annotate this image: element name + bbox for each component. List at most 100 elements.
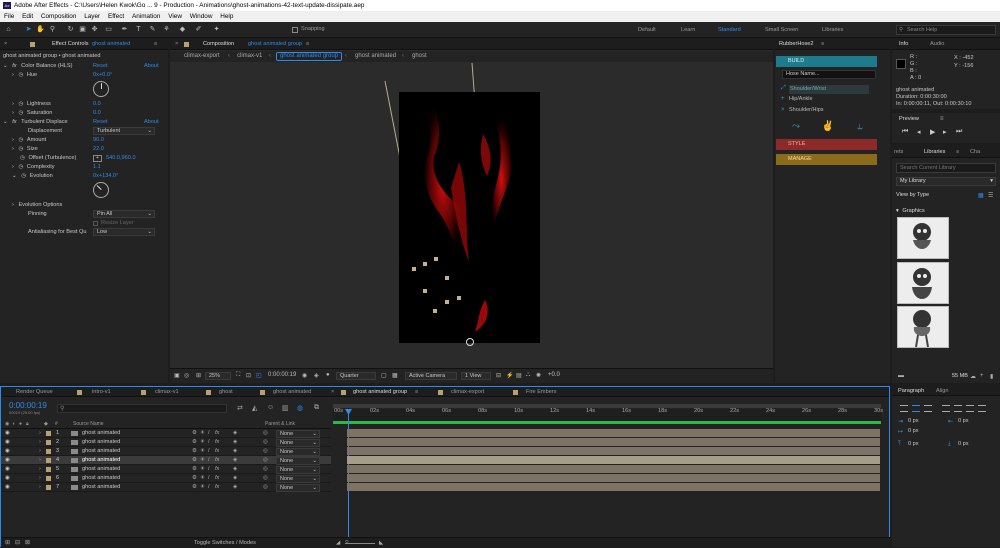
menu-help[interactable]: Help <box>220 13 233 20</box>
eye-icon[interactable]: ◉ <box>5 474 10 483</box>
eye-icon[interactable]: ◉ <box>5 465 10 474</box>
snapping-checkbox[interactable] <box>292 27 298 33</box>
time-ruler[interactable] <box>333 409 881 421</box>
tab-ghost-animated-group[interactable]: ghost animated group <box>353 389 407 395</box>
library-select[interactable]: My Library ▾ <box>896 177 996 186</box>
library-search-input[interactable]: Search Current Library <box>896 163 996 173</box>
workspace-standard[interactable]: Standard <box>718 27 741 33</box>
displacement-select[interactable]: Turbulent ⌄ <box>93 127 155 135</box>
tab-fire-embers[interactable]: Fire Embers <box>526 389 556 395</box>
label-color-icon[interactable] <box>46 485 51 490</box>
zoom-out-icon[interactable]: ◢ <box>336 540 340 546</box>
indent-right-value[interactable]: 0 px <box>958 418 969 424</box>
tab-libraries[interactable]: Libraries <box>924 149 945 155</box>
library-graphic-thumbnail[interactable] <box>897 306 949 348</box>
collapse-switch-icon[interactable]: ☀ <box>200 465 205 474</box>
menu-file[interactable]: File <box>4 13 14 20</box>
source-name-header[interactable]: Source Name <box>73 420 104 429</box>
color-channel-icon[interactable]: ● <box>326 372 330 378</box>
pickwhip-icon[interactable]: ◎ <box>263 483 268 492</box>
play-icon[interactable]: ▶ <box>930 128 935 136</box>
quality-switch-icon[interactable]: / <box>208 438 210 447</box>
expand-arrow-icon[interactable]: › <box>39 438 41 447</box>
panel-menu-icon[interactable]: ≡ <box>154 41 157 47</box>
expand-arrow-icon[interactable]: › <box>12 137 14 143</box>
expand-arrow-icon[interactable]: › <box>12 164 14 170</box>
eye-icon[interactable]: ◉ <box>5 447 10 456</box>
quality-switch-icon[interactable]: / <box>208 429 210 438</box>
parent-select[interactable]: None ⌄ <box>276 429 320 438</box>
tab-audio[interactable]: Audio <box>930 41 944 47</box>
shy-switch-icon[interactable]: ⚙ <box>192 447 197 456</box>
fit-icon[interactable]: ⛶ <box>236 372 240 379</box>
fx-icon[interactable]: fx <box>12 119 16 125</box>
expand-arrow-icon[interactable]: › <box>12 202 14 208</box>
workspace-small-screen[interactable]: Small Screen <box>765 27 798 33</box>
shy-switch-icon[interactable]: ⚙ <box>192 438 197 447</box>
parent-link-header[interactable]: Parent & Link <box>265 420 295 429</box>
menu-animation[interactable]: Animation <box>132 13 160 20</box>
first-frame-icon[interactable]: ⏮ <box>902 128 908 136</box>
timeline-search-input[interactable]: ⚲ <box>57 404 227 413</box>
expand-arrow-icon[interactable]: › <box>12 72 14 78</box>
effects-switch-icon[interactable]: fx <box>215 483 219 492</box>
resize-layer-checkbox[interactable] <box>93 221 98 226</box>
justify-left-icon[interactable] <box>942 405 950 412</box>
3d-layer-switch-icon[interactable]: ◈ <box>233 483 237 492</box>
align-left-icon[interactable] <box>900 405 908 412</box>
layer-name[interactable]: ghost animated <box>82 438 120 447</box>
expand-arrow-icon[interactable]: › <box>39 429 41 438</box>
menu-composition[interactable]: Composition <box>41 13 77 20</box>
tab-align[interactable]: Align <box>936 388 948 394</box>
layer-name[interactable]: ghost animated <box>82 429 120 438</box>
tab-info[interactable]: Info <box>899 41 908 47</box>
eye-icon[interactable]: ◉ <box>5 456 10 465</box>
style-section[interactable]: STYLE <box>776 139 877 150</box>
layer-duration-bar[interactable] <box>347 465 880 473</box>
complexity-value[interactable]: 1.1 <box>93 163 101 172</box>
eye-icon[interactable]: ◉ <box>5 483 10 492</box>
motion-blur-icon[interactable]: ◍ <box>297 404 303 412</box>
fx-icon[interactable]: fx <box>12 63 16 69</box>
delete-icon[interactable]: × <box>781 107 785 113</box>
tab-climax-export[interactable]: climax-export <box>451 389 484 395</box>
3d-layer-switch-icon[interactable]: ◈ <box>233 474 237 483</box>
collapse-switch-icon[interactable]: ☀ <box>200 438 205 447</box>
turbulent-reset[interactable]: Reset <box>93 118 108 127</box>
hose-name-input[interactable]: Hose Name... <box>782 70 876 79</box>
layer-duration-bar[interactable] <box>347 438 880 446</box>
timeline-timecode[interactable]: 0:00:00:19 <box>9 401 47 410</box>
expand-arrow-icon[interactable]: ⌄ <box>12 173 17 179</box>
zoom-tool-icon[interactable]: ⚲ <box>48 25 57 34</box>
comp-mini-flowchart-icon[interactable]: ⇄ <box>237 404 243 412</box>
shy-switch-icon[interactable]: ⚙ <box>192 429 197 438</box>
manage-section[interactable]: MANAGE <box>776 154 877 165</box>
exposure-value[interactable]: +0.0 <box>548 372 560 378</box>
expand-arrow-icon[interactable]: › <box>39 474 41 483</box>
justify-center-icon[interactable] <box>954 405 962 412</box>
stopwatch-icon[interactable]: ◷ <box>18 101 23 107</box>
zoom-slider-handle-icon[interactable]: ○ <box>345 539 349 545</box>
shy-layers-icon[interactable]: ☺ <box>267 404 274 411</box>
timeline-icon[interactable]: ▤ <box>516 372 522 379</box>
trash-icon[interactable]: ▮ <box>990 373 993 380</box>
collapse-switch-icon[interactable]: ☀ <box>200 456 205 465</box>
pickwhip-icon[interactable]: ◎ <box>263 474 268 483</box>
flowchart-icon[interactable]: ⛬ <box>526 372 530 379</box>
folder-icon[interactable]: ▬ <box>898 373 904 379</box>
tab-climax-v1[interactable]: climax-v1 <box>155 389 179 395</box>
hose-item-shoulder-wrist[interactable]: Shoulder/Wrist <box>789 85 869 94</box>
layer-row[interactable]: ◉ › 5 ghost animated ⚙ ☀ / fx ◈ ◎ None ⌄ <box>1 465 331 474</box>
expand-arrow-icon[interactable]: › <box>39 447 41 456</box>
transparency-grid-icon[interactable]: ▦ <box>392 372 398 379</box>
collapse-switch-icon[interactable]: ☀ <box>200 474 205 483</box>
quality-switch-icon[interactable]: / <box>208 456 210 465</box>
current-time[interactable]: 0:00:00:19 <box>268 372 296 378</box>
next-frame-icon[interactable]: ▸ <box>943 128 947 136</box>
brush-tool-icon[interactable]: ✎ <box>148 25 157 34</box>
parent-select[interactable]: None ⌄ <box>276 474 320 483</box>
expand-arrow-icon[interactable]: › <box>12 146 14 152</box>
add-icon[interactable]: + <box>781 96 785 102</box>
camera-tool-icon[interactable]: ▣ <box>78 25 87 34</box>
tab-intro-v1[interactable]: intro-v1 <box>92 389 111 395</box>
